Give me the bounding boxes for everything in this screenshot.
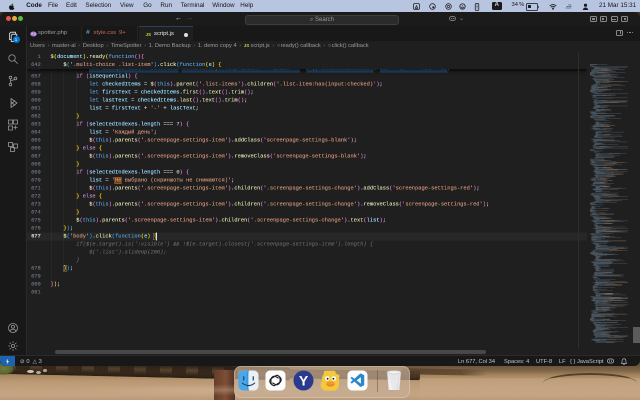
- svg-text:Y: Y: [298, 373, 308, 389]
